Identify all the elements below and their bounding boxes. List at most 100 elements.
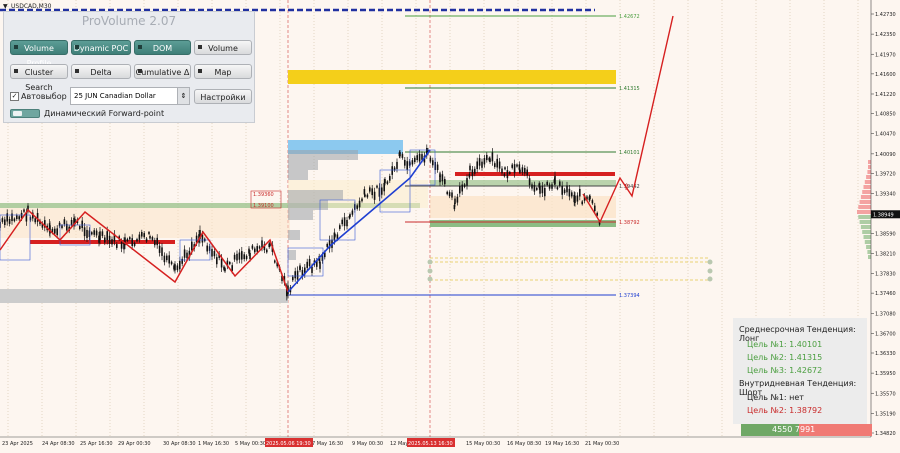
dom-profile-bar <box>858 205 871 209</box>
support-zone-gray <box>0 289 288 303</box>
candle-body <box>373 191 376 200</box>
candle-body <box>224 268 226 272</box>
candle-body <box>131 238 133 246</box>
candle-body <box>70 220 73 226</box>
level-marker <box>707 259 713 265</box>
forward-point-toggle[interactable] <box>10 109 40 118</box>
candle-body <box>56 228 58 235</box>
square-icon <box>75 69 79 73</box>
candle-body <box>358 200 361 208</box>
dom-profile-bar <box>867 250 871 254</box>
candle-body <box>546 181 548 186</box>
candle-body <box>451 192 453 198</box>
candle-body <box>229 262 231 265</box>
candle-body <box>6 213 8 222</box>
candle-body <box>266 249 268 253</box>
volume-profile-bar <box>288 150 358 160</box>
dom-button[interactable]: DOM <box>134 40 191 55</box>
candle-body <box>341 219 343 225</box>
candle-body <box>439 175 441 183</box>
candle-body <box>249 252 251 259</box>
autoselect-checkbox[interactable]: ✓ Автовыбор <box>10 92 67 101</box>
square-icon <box>198 45 202 49</box>
candle-body <box>474 168 476 174</box>
price-tick-label: 1.37830 <box>875 272 896 278</box>
contract-select[interactable]: 25 JUN Canadian Dollar ⇕ <box>70 87 190 105</box>
candle-body <box>156 237 158 246</box>
volume-profile-button[interactable]: Volume Profile <box>10 40 68 68</box>
candle-body <box>183 249 186 258</box>
candle-body <box>591 200 594 204</box>
time-tick-label: 16 May 08:30 <box>507 441 541 447</box>
candle-body <box>299 266 301 270</box>
candle-body <box>206 245 208 252</box>
candle-body <box>343 217 346 227</box>
map-button[interactable]: Map <box>194 64 252 79</box>
candle-body <box>528 178 531 186</box>
current-price-label: 1.38949 <box>873 212 894 218</box>
square-icon <box>138 45 142 49</box>
volume-profile-bar <box>288 210 313 220</box>
candle-body <box>489 158 491 163</box>
candle-body <box>201 234 204 243</box>
price-tick-label: 1.38590 <box>875 231 896 237</box>
dom-profile-bar <box>857 210 871 214</box>
candle-body <box>243 254 245 260</box>
volume-zone-green-right <box>430 180 616 186</box>
candle-body <box>294 271 296 279</box>
candle-body <box>216 257 218 265</box>
candle-body <box>418 153 421 162</box>
time-tick-label: 1 May 16:30 <box>198 441 229 447</box>
dynamic-poc-button[interactable]: Dynamic POC <box>71 40 131 55</box>
candle-body <box>516 164 518 167</box>
candle-body <box>361 198 363 202</box>
candle-body <box>594 205 596 212</box>
candle-body <box>129 237 131 240</box>
volume-profile-bar <box>288 190 343 200</box>
settings-button[interactable]: Настройки <box>194 89 252 104</box>
candle-body <box>536 187 538 190</box>
delta-button[interactable]: Delta <box>71 64 131 79</box>
candle-body <box>544 187 546 197</box>
price-tick-label: 1.35190 <box>875 411 896 417</box>
dom-profile-bar <box>867 170 871 174</box>
cumulative-delta-button[interactable]: Cumulative Δ <box>134 64 191 79</box>
candle-body <box>133 242 136 246</box>
candle-body <box>559 181 561 186</box>
volume-button[interactable]: Volume <box>194 40 252 55</box>
candle-body <box>23 209 25 212</box>
candle-body <box>556 187 559 190</box>
price-tick-label: 1.41970 <box>875 52 896 58</box>
candle-body <box>149 235 151 239</box>
time-tick-label: 21 May 00:30 <box>585 441 619 447</box>
candle-body <box>116 244 118 248</box>
candle-body <box>1 218 4 222</box>
candle-body <box>432 160 434 166</box>
candle-body <box>104 237 106 243</box>
candle-body <box>236 253 238 261</box>
candle-body <box>163 255 166 263</box>
candle-body <box>233 254 236 260</box>
candle-body <box>106 231 108 241</box>
candle-body <box>554 175 556 185</box>
candle-body <box>444 179 446 185</box>
dom-profile-bar <box>868 255 871 259</box>
dom-profile-bar <box>866 175 871 179</box>
candle-body <box>404 159 406 166</box>
candle-body <box>191 241 193 251</box>
dom-profile-bar <box>864 180 871 184</box>
candle-body <box>256 246 258 252</box>
dom-profile-bar <box>859 220 871 224</box>
candle-body <box>269 243 271 247</box>
volume-balance-text: 4550 7991 <box>772 425 816 434</box>
candle-body <box>513 164 516 174</box>
volume-profile-bar <box>288 230 300 240</box>
candle-body <box>411 160 414 165</box>
cluster-search-button[interactable]: Cluster Search <box>10 64 68 92</box>
candle-body <box>120 241 123 249</box>
candle-body <box>566 185 568 193</box>
candle-body <box>220 258 223 268</box>
time-tick-label: 29 Apr 00:30 <box>118 441 151 447</box>
candle-body <box>54 228 56 234</box>
provolume-panel: ProVolume 2.07 Volume Profile Dynamic PO… <box>3 11 255 123</box>
